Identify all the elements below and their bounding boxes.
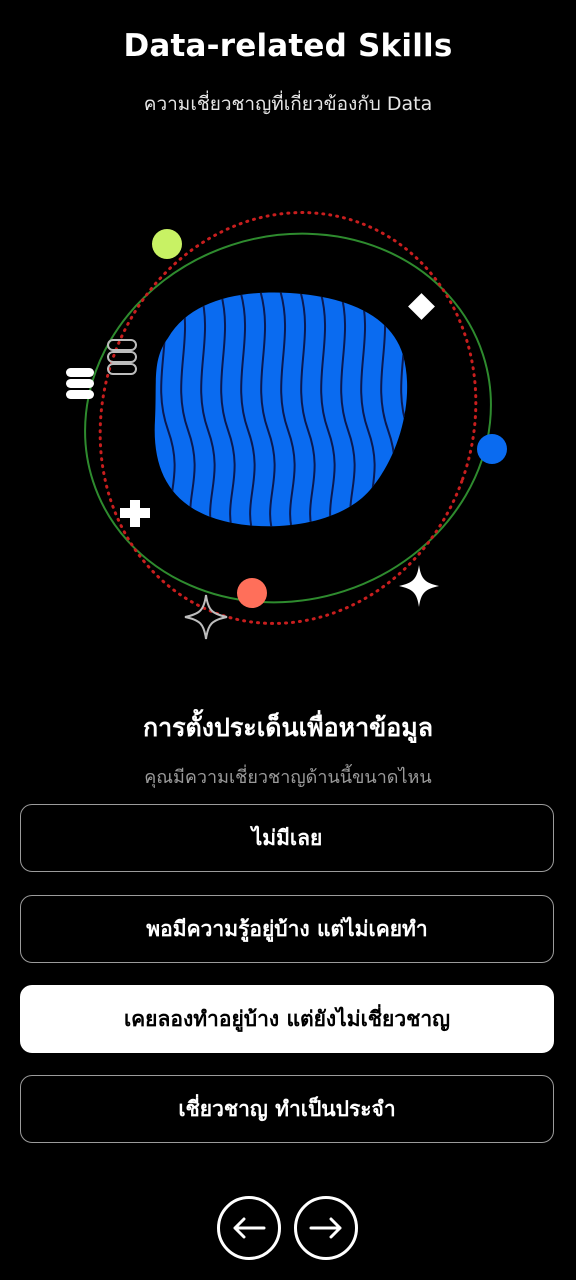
diamond-icon [408, 293, 435, 320]
coral-dot [237, 578, 267, 608]
option-label: เชี่ยวชาญ ทำเป็นประจำ [178, 1096, 396, 1121]
option-expert[interactable]: เชี่ยวชาญ ทำเป็นประจำ [20, 1075, 554, 1143]
blue-dot [477, 434, 507, 464]
question-subtitle: คุณมีความเชี่ยวชาญด้านนี้ขนาดไหน [144, 767, 432, 788]
page-subtitle: ความเชี่ยวชาญที่เกี่ยวข้องกับ Data [143, 93, 433, 115]
coil-icon [66, 368, 94, 399]
option-some-knowledge[interactable]: พอมีความรู้อยู่บ้าง แต่ไม่เคยทำ [20, 895, 554, 963]
coil-outline-icon [107, 339, 137, 375]
planet-illustration [66, 211, 507, 640]
sparkle-icon [399, 565, 439, 607]
plus-icon [120, 500, 150, 527]
option-label: พอมีความรู้อยู่บ้าง แต่ไม่เคยทำ [146, 916, 428, 941]
page-title: Data-related Skills [123, 28, 453, 64]
next-button[interactable] [294, 1196, 358, 1260]
option-label: เคยลองทำอยู่บ้าง แต่ยังไม่เชี่ยวชาญ [123, 1006, 451, 1031]
question-title: การตั้งประเด็นเพื่อหาข้อมูล [142, 713, 434, 742]
option-none[interactable]: ไม่มีเลย [20, 804, 554, 872]
option-tried-some[interactable]: เคยลองทำอยู่บ้าง แต่ยังไม่เชี่ยวชาญ [20, 985, 554, 1053]
planet-icon [154, 292, 408, 527]
arrow-right-icon [309, 1217, 342, 1239]
option-label: ไม่มีเลย [251, 825, 323, 850]
lime-dot [152, 229, 182, 259]
arrow-left-icon [233, 1217, 266, 1239]
previous-button[interactable] [217, 1196, 281, 1260]
